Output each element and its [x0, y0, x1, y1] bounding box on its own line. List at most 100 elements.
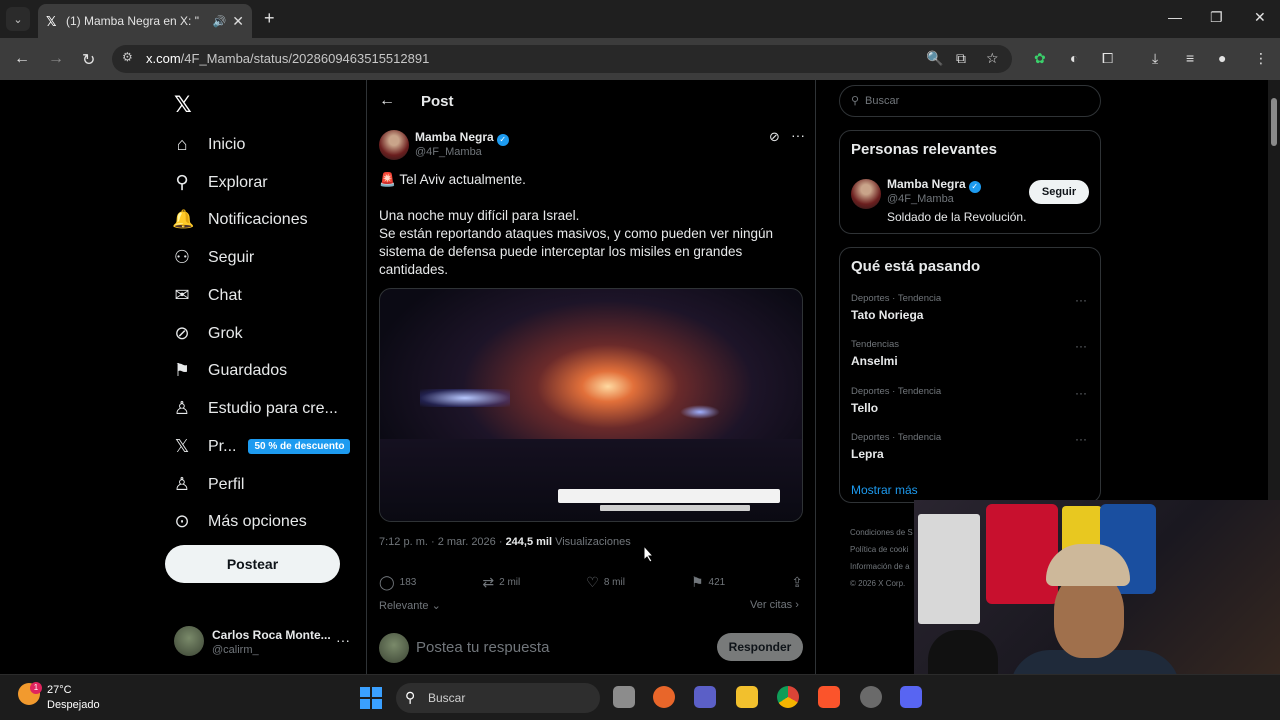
verified-icon: ✓ — [968, 181, 981, 193]
post-actions: ◯ 183 ⇄ 2 mil ♡ 8 mil ⚑ 421 ⇪ — [379, 574, 803, 591]
more-icon[interactable]: ··· — [1075, 386, 1087, 400]
footer-links: Condiciones de S Política de cooki Infor… — [850, 524, 913, 592]
relevant-name[interactable]: Mamba Negra ✓ — [887, 177, 981, 193]
settings-icon[interactable] — [860, 686, 882, 708]
sidebar-item-mas-opciones[interactable]: ⊙ Más opciones — [172, 511, 306, 532]
search-icon: ⚲ — [175, 172, 189, 192]
reply-input[interactable]: Postea tu respuesta — [416, 639, 549, 656]
new-tab-icon[interactable]: + — [264, 8, 275, 29]
firefox-icon[interactable] — [653, 686, 675, 708]
back-icon[interactable]: ← — [14, 50, 30, 68]
sidebar-item-notificaciones[interactable]: 🔔 Notificaciones — [172, 209, 308, 230]
more-icon[interactable]: ··· — [1075, 339, 1087, 353]
author-handle[interactable]: @4F_Mamba — [415, 146, 482, 158]
browser-tab[interactable]: 𝕏 (1) Mamba Negra en X: " 🔊 ✕ — [38, 4, 252, 38]
media-icon[interactable]: ≡ — [1186, 50, 1194, 66]
discord-icon[interactable] — [900, 686, 922, 708]
brave-icon[interactable] — [818, 686, 840, 708]
search-input[interactable]: ⚲ Buscar — [839, 85, 1101, 117]
close-window-icon[interactable]: ✕ — [1254, 9, 1266, 26]
windows-start-icon[interactable] — [360, 687, 382, 709]
profile-avatar-icon[interactable]: ● — [1218, 50, 1226, 66]
sidebar-item-label: Chat — [208, 286, 242, 304]
extension-off-icon[interactable]: ◐ — [1070, 50, 1078, 66]
section-title: Personas relevantes — [851, 141, 997, 158]
account-switcher[interactable]: Carlos Roca Monte... @calirm_ ··· — [174, 626, 354, 660]
teams-icon[interactable] — [694, 686, 716, 708]
zoom-icon[interactable]: 🔍 — [926, 50, 943, 67]
footer-link[interactable]: Política de cooki — [850, 541, 913, 558]
restore-icon[interactable]: ❐ — [1210, 9, 1223, 26]
sidebar-item-chat[interactable]: ✉ Chat — [172, 285, 242, 306]
taskbar-search[interactable]: ⚲ Buscar — [396, 683, 600, 713]
menu-icon[interactable]: ⋮ — [1254, 50, 1268, 67]
sort-dropdown[interactable]: Relevante ⌄ — [379, 599, 441, 612]
extension-icon[interactable]: ✿ — [1034, 50, 1046, 67]
creator-icon: ♙ — [173, 398, 191, 418]
task-view-icon[interactable] — [613, 686, 635, 708]
minimize-icon[interactable]: — — [1168, 9, 1182, 25]
more-icon[interactable]: ··· — [336, 632, 350, 648]
tab-search-icon[interactable]: ⌄ — [6, 7, 30, 31]
reply-button[interactable]: ◯ 183 — [379, 574, 416, 591]
show-more-link[interactable]: Mostrar más — [851, 483, 918, 497]
footer-link[interactable]: Condiciones de S — [850, 524, 913, 541]
mouse-cursor-icon — [643, 545, 655, 563]
more-icon[interactable]: ··· — [1075, 293, 1087, 307]
post-video[interactable] — [379, 288, 803, 522]
install-icon[interactable]: ⧉ — [956, 50, 966, 67]
x-logo-icon[interactable]: 𝕏 — [174, 92, 192, 118]
temperature: 27°C — [47, 684, 72, 696]
postear-button[interactable]: Postear — [165, 545, 340, 583]
video-caption-bar — [558, 489, 780, 503]
relevant-bio: Soldado de la Revolución. — [887, 210, 1027, 224]
author-avatar[interactable] — [379, 130, 409, 160]
puzzle-icon[interactable]: ⧠ — [1102, 50, 1113, 67]
site-info-icon[interactable]: ⚙ — [122, 50, 133, 64]
reload-icon[interactable]: ↻ — [82, 50, 95, 70]
sidebar-item-inicio[interactable]: ⌂ Inicio — [172, 134, 246, 155]
like-button[interactable]: ♡ 8 mil — [586, 574, 625, 591]
share-button[interactable]: ⇪ — [791, 574, 803, 591]
tab-close-icon[interactable]: ✕ — [232, 13, 244, 30]
responder-button[interactable]: Responder — [717, 633, 803, 661]
verified-icon: ✓ — [496, 134, 509, 146]
forward-icon[interactable]: → — [48, 50, 64, 68]
star-icon[interactable]: ☆ — [986, 50, 999, 67]
view-quotes-link[interactable]: Ver citas › — [750, 599, 799, 611]
footer-link[interactable]: Información de a — [850, 558, 913, 575]
more-icon[interactable]: ··· — [1075, 432, 1087, 446]
more-icon[interactable]: ··· — [791, 127, 805, 143]
sidebar-item-label: Pr... — [208, 437, 237, 455]
post-column: ← Post Mamba Negra ✓ @4F_Mamba ⊘ ··· 🚨 Te… — [366, 80, 816, 674]
avatar[interactable] — [851, 179, 881, 209]
sidebar-item-grok[interactable]: ⊘ Grok — [172, 323, 242, 344]
grok-icon[interactable]: ⊘ — [769, 129, 780, 145]
trend-item[interactable]: Deportes · Tendencia Tato Noriega ··· — [851, 293, 1091, 322]
bookmark-button[interactable]: ⚑ 421 — [691, 574, 725, 591]
follow-button[interactable]: Seguir — [1029, 180, 1089, 204]
address-bar[interactable]: ⚙ x.com/4F_Mamba/status/2028609463515512… — [112, 45, 1012, 73]
sidebar-item-perfil[interactable]: ♙ Perfil — [172, 474, 245, 495]
sidebar-item-guardados[interactable]: ⚑ Guardados — [172, 360, 287, 381]
audio-playing-icon[interactable]: 🔊 — [213, 15, 227, 28]
sidebar-item-label: Perfil — [208, 475, 245, 493]
file-explorer-icon[interactable] — [736, 686, 758, 708]
sidebar-item-explorar[interactable]: ⚲ Explorar — [172, 172, 267, 193]
section-title: Qué está pasando — [851, 258, 981, 275]
download-icon[interactable]: ⤓ — [1152, 50, 1158, 67]
sidebar-item-estudio[interactable]: ♙ Estudio para cre... — [172, 398, 338, 419]
scrollbar-thumb[interactable] — [1271, 98, 1277, 146]
trend-item[interactable]: Deportes · Tendencia Tello ··· — [851, 386, 1091, 415]
trend-item[interactable]: Deportes · Tendencia Lepra ··· — [851, 432, 1091, 461]
add-person-icon: ⚇ — [173, 247, 191, 267]
author-name[interactable]: Mamba Negra ✓ — [415, 130, 509, 146]
video-light — [420, 389, 510, 407]
chrome-icon[interactable] — [777, 686, 799, 708]
trend-item[interactable]: Tendencias Anselmi ··· — [851, 339, 1091, 368]
sidebar-item-seguir[interactable]: ⚇ Seguir — [172, 247, 254, 268]
back-arrow-icon[interactable]: ← — [379, 92, 395, 110]
sidebar-item-premium[interactable]: 𝕏 Pr... 50 % de descuento — [172, 436, 351, 457]
repost-button[interactable]: ⇄ 2 mil — [482, 574, 520, 591]
account-name: Carlos Roca Monte... — [212, 628, 331, 642]
